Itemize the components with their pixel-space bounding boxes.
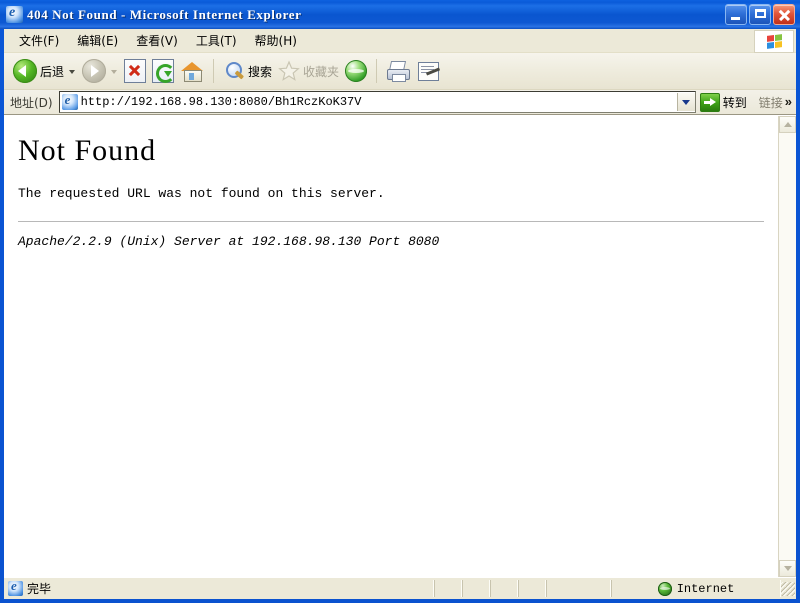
edit-page-icon [416,60,441,82]
status-divider-panel-2 [462,580,490,597]
back-history-chevron-down-icon[interactable] [69,70,76,74]
status-text-panel: 完毕 [4,578,434,597]
status-spacer-panel [546,580,611,597]
security-zone-label: Internet [676,581,735,596]
stop-button[interactable] [121,56,149,86]
server-signature: Apache/2.2.9 (Unix) Server at 192.168.98… [18,234,440,249]
maximize-button[interactable] [749,4,771,25]
status-ie-icon [8,578,23,596]
address-dropdown-button[interactable] [676,93,695,111]
go-button-label: 转到 [722,95,747,110]
menu-item-help[interactable]: 帮助(H) [246,30,306,51]
star-icon [278,60,300,82]
status-text: 完毕 [27,582,52,596]
menu-bar: 文件(F) 编辑(E) 查看(V) 工具(T) 帮助(H) [4,29,796,53]
status-divider-panel-3 [490,580,518,597]
error-message: The requested URL was not found on this … [18,186,385,201]
scrollbar-track[interactable] [779,133,796,560]
close-button[interactable] [773,4,795,25]
go-arrow-icon [699,92,720,112]
search-button[interactable]: 搜索 [220,56,275,86]
refresh-icon [152,59,176,83]
back-arrow-icon [13,59,37,83]
browser-window: 404 Not Found - Microsoft Internet Explo… [0,0,800,603]
menu-item-tools[interactable]: 工具(T) [187,30,246,51]
print-button[interactable] [383,56,413,86]
page-title: Not Found [18,134,157,167]
horizontal-rule [18,221,764,222]
refresh-button[interactable] [149,56,177,86]
go-button[interactable]: 转到 [696,92,753,112]
media-globe-icon [345,60,368,82]
home-icon [180,60,204,82]
status-divider-panel-4 [518,580,546,597]
home-button[interactable] [177,56,207,86]
favorites-button-label: 收藏夹 [303,64,340,79]
address-bar: 地址(D) http://192.168.98.130:8080/Bh1RczK… [4,90,796,115]
status-bar: 完毕 Internet [4,577,796,599]
security-zone-panel[interactable]: Internet [611,580,781,597]
scroll-down-button[interactable] [779,560,796,577]
window-controls [725,4,795,25]
windows-flag-logo [754,30,794,53]
stop-icon [124,59,147,83]
printer-icon [386,60,411,82]
media-button[interactable] [342,56,370,86]
ie-page-icon [6,5,23,23]
forward-arrow-icon [82,59,107,83]
back-button[interactable]: 后退 [10,56,67,86]
address-url-text: http://192.168.98.130:8080/Bh1RczKoK37V [80,95,362,109]
status-divider-panel-1 [434,580,462,597]
address-bar-label: 地址(D) [10,95,53,110]
forward-button[interactable] [79,56,109,86]
forward-history-chevron-down-icon [111,70,118,74]
toolbar-divider-2 [376,59,378,83]
window-client-area: 文件(F) 编辑(E) 查看(V) 工具(T) 帮助(H) 后退 搜索 收藏夹 … [4,29,796,599]
favorites-button[interactable]: 收藏夹 [275,56,342,86]
links-chevron-icon[interactable]: » [785,95,796,108]
toolbar: 后退 搜索 收藏夹 [4,53,796,90]
scroll-up-button[interactable] [779,116,796,133]
menu-item-view[interactable]: 查看(V) [127,30,187,51]
search-button-label: 搜索 [248,64,273,79]
search-icon [223,60,245,82]
links-label[interactable]: 链接 [753,94,785,111]
menu-item-file[interactable]: 文件(F) [10,30,68,51]
address-input[interactable]: http://192.168.98.130:8080/Bh1RczKoK37V [58,91,696,113]
toolbar-divider [213,59,215,83]
edit-button[interactable] [413,56,443,86]
title-bar: 404 Not Found - Microsoft Internet Explo… [0,0,800,29]
internet-zone-globe-icon [657,581,672,596]
vertical-scrollbar[interactable] [778,116,796,577]
document-content: Not Found The requested URL was not foun… [4,116,778,577]
page-favicon-icon [61,92,78,110]
back-button-label: 后退 [40,64,65,79]
window-title: 404 Not Found - Microsoft Internet Explo… [27,6,302,22]
resize-grip[interactable] [781,581,795,596]
menu-item-edit[interactable]: 编辑(E) [68,30,127,51]
page-area: Not Found The requested URL was not foun… [4,115,796,577]
minimize-button[interactable] [725,4,747,25]
